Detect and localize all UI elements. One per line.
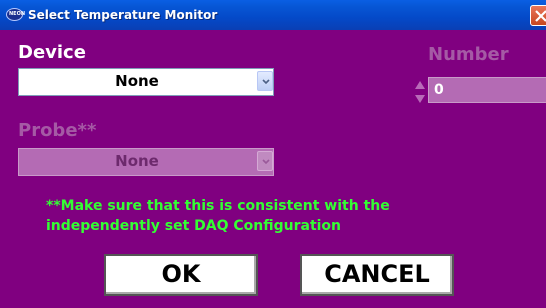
number-input[interactable]: 0 <box>428 77 546 103</box>
probe-dropdown-arrow[interactable] <box>257 151 273 171</box>
select-temperature-monitor-window: NEON Select Temperature Monitor Device N… <box>0 0 546 308</box>
decrement-arrow-icon[interactable] <box>414 94 426 104</box>
increment-arrow-icon[interactable] <box>414 80 426 90</box>
close-button[interactable] <box>530 5 546 26</box>
probe-label: Probe** <box>18 120 97 141</box>
chevron-down-icon <box>262 79 270 85</box>
app-logo-text: NEON <box>9 11 26 17</box>
cancel-button[interactable]: CANCEL <box>300 254 454 296</box>
note-line-1: **Make sure that this is consistent with… <box>46 198 390 214</box>
device-dropdown[interactable]: None <box>18 68 274 96</box>
ok-button[interactable]: OK <box>104 254 258 296</box>
device-dropdown-arrow[interactable] <box>257 71 273 91</box>
window-title: Select Temperature Monitor <box>28 8 218 22</box>
probe-selected-value: None <box>115 152 159 170</box>
app-logo-icon: NEON <box>6 8 26 21</box>
device-selected-value: None <box>115 72 159 90</box>
title-bar[interactable]: NEON Select Temperature Monitor <box>0 0 546 30</box>
number-value: 0 <box>434 82 444 98</box>
note-line-2: independently set DAQ Configuration <box>46 218 342 234</box>
close-icon <box>535 10 546 22</box>
number-label: Number <box>428 44 509 65</box>
device-label: Device <box>18 42 86 63</box>
daq-configuration-note: **Make sure that this is consistent with… <box>46 196 536 236</box>
chevron-down-icon <box>262 159 270 165</box>
probe-dropdown[interactable]: None <box>18 148 274 176</box>
